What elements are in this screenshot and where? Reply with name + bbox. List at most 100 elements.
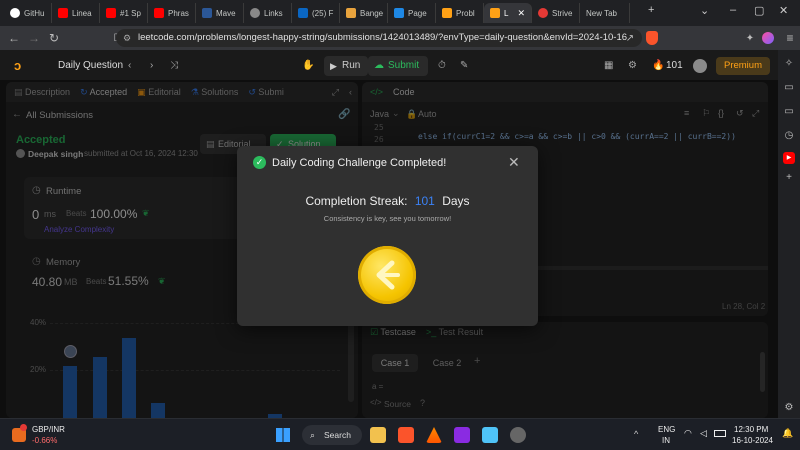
browser-tab[interactable]: #1 Sp	[100, 3, 148, 23]
notes-icon[interactable]: ✎	[460, 60, 468, 71]
intellij-icon[interactable]	[454, 427, 470, 443]
github-icon	[10, 8, 20, 18]
fire-icon: 🔥	[652, 60, 665, 71]
history-icon[interactable]: ◷	[783, 130, 795, 142]
volume-icon[interactable]: ◁	[700, 428, 707, 439]
brave-shield-icon[interactable]	[646, 31, 658, 45]
show-hidden-icons[interactable]: ^	[634, 429, 638, 439]
close-window-icon[interactable]: ✕	[779, 4, 788, 17]
close-tab-icon[interactable]: ✕	[517, 8, 525, 19]
browser-tab[interactable]: Probl	[436, 3, 484, 23]
chevron-down-icon[interactable]: ⌄	[700, 4, 709, 17]
avatar[interactable]	[693, 59, 707, 73]
settings-icon[interactable]: ⚙	[783, 402, 795, 414]
layout-icon[interactable]: ▦	[604, 60, 613, 71]
share-icon[interactable]: ↗	[620, 33, 640, 44]
page-icon	[394, 8, 404, 18]
youtube-icon	[106, 8, 116, 18]
maximize-icon[interactable]: ▢	[754, 4, 764, 17]
streak-line: Completion Streak: 101 Days	[237, 194, 538, 208]
success-check-icon: ✓	[253, 156, 266, 169]
reload-icon[interactable]: ↻	[44, 31, 64, 45]
browser-tab[interactable]: Page	[388, 3, 436, 23]
windows-start-icon[interactable]	[276, 428, 290, 442]
browser-tab[interactable]: Phras	[148, 3, 196, 23]
notifications-icon[interactable]: 🔔	[782, 428, 793, 439]
debug-icon[interactable]: ✋	[302, 60, 314, 72]
bookmarks-icon[interactable]: ▭	[783, 106, 795, 118]
striver-icon	[538, 8, 548, 18]
modal-title: Daily Coding Challenge Completed!	[272, 157, 447, 169]
streak-label: Completion Streak:	[305, 194, 408, 208]
taskbar-search[interactable]: ⌕ Search	[302, 425, 362, 445]
ticker-label[interactable]: GBP/INR	[32, 425, 65, 434]
browser-tab-active[interactable]: L ✕	[484, 3, 532, 23]
url-field[interactable]: ⚙ leetcode.com/problems/longest-happy-st…	[116, 29, 642, 47]
leetcode-coin	[358, 246, 416, 304]
youtube-icon	[154, 8, 164, 18]
extensions-icon[interactable]: ✦	[740, 33, 760, 44]
browser-tab[interactable]: Links	[244, 3, 292, 23]
browser-tab[interactable]: New Tab	[580, 3, 630, 23]
cloud-upload-icon: ☁	[374, 60, 384, 71]
clock-time[interactable]: 12:30 PM	[734, 425, 768, 434]
back-icon[interactable]: ←	[4, 31, 24, 45]
minimize-icon[interactable]: –	[730, 4, 736, 16]
notepad-icon[interactable]	[482, 427, 498, 443]
play-icon: ▶	[330, 61, 337, 71]
youtube-icon[interactable]: ▶	[783, 152, 795, 164]
reading-list-icon[interactable]: ▭	[783, 82, 795, 94]
browser-tab[interactable]: Linea	[52, 3, 100, 23]
battery-icon[interactable]	[714, 430, 726, 437]
ticker-change: -0.66%	[32, 436, 58, 445]
file-explorer-icon[interactable]	[370, 427, 386, 443]
settings-icon[interactable]: ⚙	[628, 60, 637, 71]
new-tab-icon[interactable]: +	[648, 4, 654, 16]
brave-browser-icon[interactable]	[398, 427, 414, 443]
region-indicator: IN	[662, 436, 670, 445]
leetcode-logo-icon[interactable]: ↄ	[14, 59, 28, 73]
vlc-icon[interactable]	[426, 427, 442, 443]
browser-tab[interactable]: Bange	[340, 3, 388, 23]
browser-tab[interactable]: (25) F	[292, 3, 340, 23]
settings-app-icon[interactable]	[510, 427, 526, 443]
language-indicator[interactable]: ENG	[658, 425, 675, 434]
browser-tab[interactable]: GitHu	[4, 3, 52, 23]
leo-ai-icon[interactable]: ✧	[783, 58, 795, 70]
leetcode-icon	[490, 8, 500, 18]
maven-icon	[202, 8, 212, 18]
notification-badge	[20, 424, 27, 431]
wifi-icon[interactable]: ◠	[684, 428, 692, 439]
site-info-icon[interactable]: ⚙	[123, 29, 131, 47]
search-icon: ⌕	[310, 430, 316, 440]
streak-value: 101	[414, 194, 435, 208]
browser-sidebar: ✧ ▭ ▭ ◷ ▶ + ⚙	[778, 50, 800, 418]
leetcode-header: ↄ Daily Question ‹ › ⤨ ✋ ▶ Run ☁ Submit …	[0, 52, 800, 80]
globe-icon	[250, 8, 260, 18]
forward-icon[interactable]: →	[24, 31, 44, 45]
run-button[interactable]: ▶ Run	[324, 56, 368, 76]
close-icon[interactable]: ✕	[508, 154, 520, 171]
browser-tab-bar: GitHu Linea #1 Sp Phras Mave Links (25) …	[0, 0, 800, 26]
modal-subtitle: Consistency is key, see you tomorrow!	[323, 214, 452, 223]
menu-icon[interactable]: ≡	[780, 31, 800, 45]
daily-question-link[interactable]: Daily Question	[58, 60, 123, 71]
leetcode-logo-icon	[376, 260, 400, 290]
submit-button[interactable]: ☁ Submit	[368, 56, 428, 76]
premium-button[interactable]: Premium	[716, 57, 770, 75]
browser-tab[interactable]: Mave	[196, 3, 244, 23]
add-panel-icon[interactable]: +	[783, 172, 795, 184]
leetcode-icon	[442, 8, 452, 18]
address-bar: ← → ↻ ☐ ⚙ leetcode.com/problems/longest-…	[0, 26, 800, 50]
streak-unit: Days	[442, 194, 470, 208]
next-problem-icon[interactable]: ›	[150, 60, 153, 71]
daily-challenge-modal: ✓ Daily Coding Challenge Completed! ✕ Co…	[237, 146, 538, 326]
shuffle-icon[interactable]: ⤨	[170, 60, 178, 71]
clock-date[interactable]: 16-10-2024	[732, 436, 773, 445]
alarm-icon[interactable]: ⏱	[438, 60, 446, 71]
profile-icon[interactable]	[762, 32, 774, 44]
browser-tab[interactable]: Strive	[532, 3, 580, 23]
windows-taskbar: GBP/INR -0.66% ⌕ Search ^ ENG IN ◠ ◁ 12:…	[0, 418, 800, 450]
streak-counter[interactable]: 101	[666, 60, 683, 71]
prev-problem-icon[interactable]: ‹	[128, 60, 131, 71]
